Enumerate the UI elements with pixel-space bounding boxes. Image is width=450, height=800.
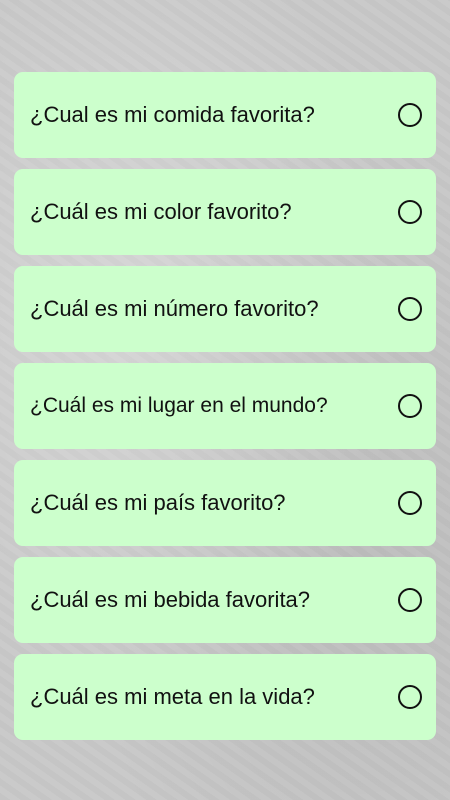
- question-label: ¿Cuál es mi bebida favorita?: [30, 587, 311, 612]
- question-list: ¿Cual es mi comida favorita? ¿Cuál es mi…: [14, 72, 436, 751]
- radio-button-icon[interactable]: [398, 297, 422, 321]
- question-option-bebida[interactable]: ¿Cuál es mi bebida favorita?: [14, 557, 436, 643]
- question-option-lugar[interactable]: ¿Cuál es mi lugar en el mundo?: [14, 363, 436, 449]
- question-label: ¿Cuál es mi lugar en el mundo?: [30, 394, 328, 417]
- radio-button-icon[interactable]: [398, 394, 422, 418]
- question-option-color[interactable]: ¿Cuál es mi color favorito?: [14, 169, 436, 255]
- radio-button-icon[interactable]: [398, 200, 422, 224]
- radio-button-icon[interactable]: [398, 685, 422, 709]
- question-option-meta[interactable]: ¿Cuál es mi meta en la vida?: [14, 654, 436, 740]
- radio-button-icon[interactable]: [398, 588, 422, 612]
- question-option-numero[interactable]: ¿Cuál es mi número favorito?: [14, 266, 436, 352]
- question-option-comida[interactable]: ¿Cual es mi comida favorita?: [14, 72, 436, 158]
- radio-button-icon[interactable]: [398, 103, 422, 127]
- question-option-pais[interactable]: ¿Cuál es mi país favorito?: [14, 460, 436, 546]
- question-label: ¿Cuál es mi número favorito?: [30, 296, 319, 321]
- radio-button-icon[interactable]: [398, 491, 422, 515]
- question-label: ¿Cual es mi comida favorita?: [30, 102, 315, 127]
- question-label: ¿Cuál es mi color favorito?: [30, 199, 292, 224]
- question-label: ¿Cuál es mi país favorito?: [30, 490, 286, 515]
- question-label: ¿Cuál es mi meta en la vida?: [30, 684, 315, 709]
